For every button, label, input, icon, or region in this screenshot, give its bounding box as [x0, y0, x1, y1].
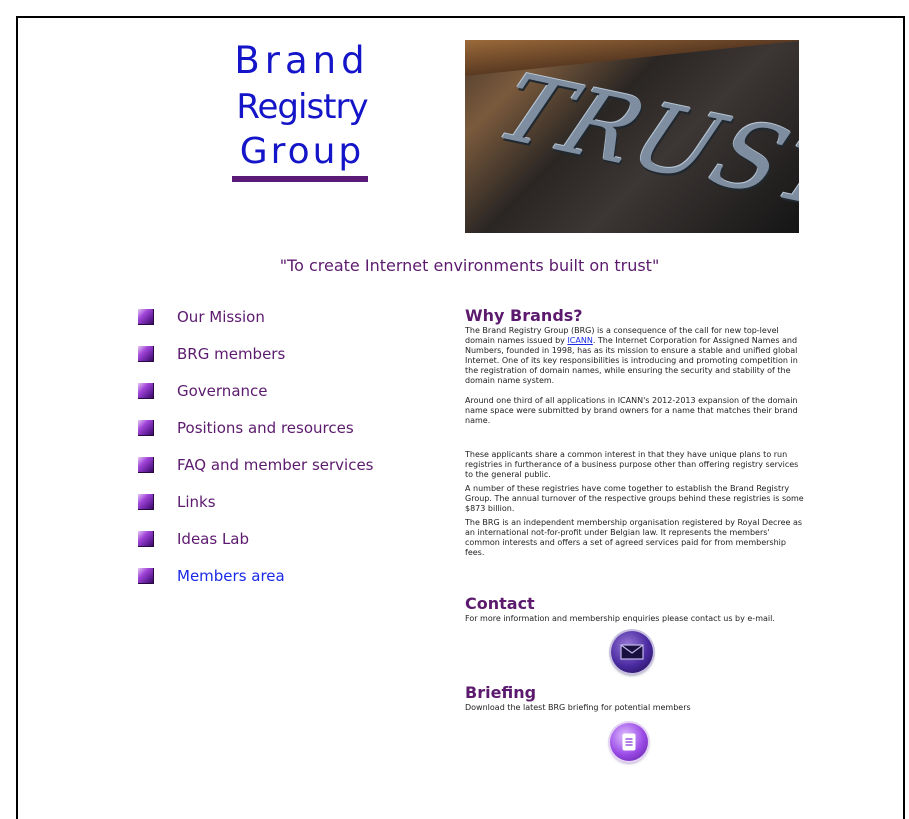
- nav-item-ideas-lab[interactable]: Ideas Lab: [138, 520, 374, 557]
- why-brands-paragraph-4: A number of these registries have come t…: [465, 484, 804, 513]
- logo-line-group: Group: [239, 131, 365, 172]
- why-brands-section: Why Brands? The Brand Registry Group (BR…: [465, 306, 805, 568]
- nav-item-label: Links: [177, 492, 216, 511]
- nav-item-members-area[interactable]: Members area: [138, 557, 374, 594]
- purple-square-bullet-icon: [138, 493, 154, 510]
- purple-square-bullet-icon: [138, 308, 154, 325]
- purple-square-bullet-icon: [138, 419, 154, 436]
- main-nav: Our Mission BRG members Governance Posit…: [138, 298, 374, 594]
- envelope-icon: [620, 644, 644, 660]
- why-brands-paragraph-1: The Brand Registry Group (BRG) is a cons…: [465, 326, 805, 386]
- briefing-section: Briefing Download the latest BRG briefin…: [465, 683, 805, 723]
- nav-item-brg-members[interactable]: BRG members: [138, 335, 374, 372]
- logo-line-registry: Registry: [236, 87, 368, 127]
- nav-item-label: FAQ and member services: [177, 455, 374, 474]
- contact-section: Contact For more information and members…: [465, 594, 805, 634]
- nav-item-governance[interactable]: Governance: [138, 372, 374, 409]
- document-icon: [622, 733, 636, 751]
- nav-item-label: Positions and resources: [177, 418, 354, 437]
- brg-logo[interactable]: Brand Registry Group: [222, 40, 382, 182]
- tagline: "To create Internet environments built o…: [279, 256, 660, 275]
- nav-item-our-mission[interactable]: Our Mission: [138, 298, 374, 335]
- purple-square-bullet-icon: [138, 382, 154, 399]
- nav-item-links[interactable]: Links: [138, 483, 374, 520]
- contact-heading: Contact: [465, 594, 535, 613]
- logo-line-brand: Brand: [234, 39, 370, 82]
- nav-item-positions-and-resources[interactable]: Positions and resources: [138, 409, 374, 446]
- nav-item-label: Our Mission: [177, 307, 265, 326]
- why-brands-paragraph-5: The BRG is an independent membership org…: [465, 518, 803, 557]
- nav-item-label: Ideas Lab: [177, 529, 250, 548]
- nav-item-label: Governance: [177, 381, 268, 400]
- purple-square-bullet-icon: [138, 456, 154, 473]
- briefing-text: Download the latest BRG briefing for pot…: [465, 703, 691, 712]
- purple-square-bullet-icon: [138, 530, 154, 547]
- contact-text: For more information and membership enqu…: [465, 614, 775, 623]
- purple-square-bullet-icon: [138, 345, 154, 362]
- email-contact-button[interactable]: [611, 631, 653, 673]
- why-brands-heading: Why Brands?: [465, 306, 583, 325]
- hero-trust-word: TRUST: [481, 55, 799, 230]
- nav-item-faq-and-member-services[interactable]: FAQ and member services: [138, 446, 374, 483]
- logo-underline: [232, 176, 368, 182]
- why-brands-paragraph-3: These applicants share a common interest…: [465, 450, 799, 479]
- why-brands-paragraph-2: Around one third of all applications in …: [465, 396, 798, 425]
- hero-plaque-rim: [465, 40, 799, 76]
- icann-link[interactable]: ICANN: [567, 336, 592, 345]
- nav-item-label: BRG members: [177, 344, 286, 363]
- purple-square-bullet-icon: [138, 567, 154, 584]
- hero-trust-image: TRUST: [465, 40, 799, 233]
- briefing-download-button[interactable]: [610, 723, 648, 761]
- nav-item-label: Members area: [177, 566, 285, 585]
- briefing-heading: Briefing: [465, 683, 537, 702]
